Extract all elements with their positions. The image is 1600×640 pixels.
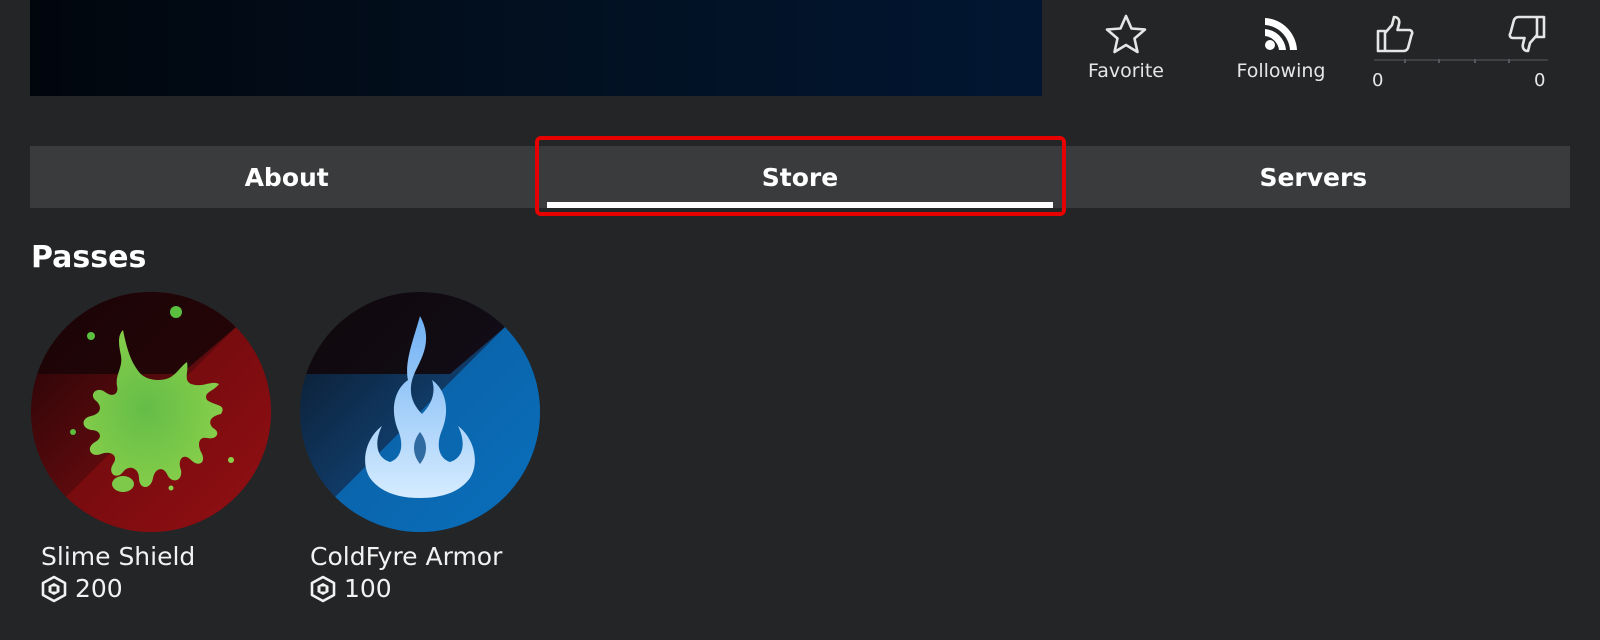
favorite-label: Favorite bbox=[1088, 60, 1164, 82]
slime-splat-icon bbox=[31, 292, 271, 532]
passes-section-title: Passes bbox=[31, 240, 147, 275]
thumbs-down-icon[interactable] bbox=[1508, 14, 1548, 54]
game-tabs: About Store Servers bbox=[30, 146, 1570, 208]
tab-about[interactable]: About bbox=[30, 146, 543, 208]
robux-icon bbox=[41, 575, 67, 602]
pass-card-slime-shield[interactable]: Slime Shield 200 bbox=[31, 292, 271, 603]
pass-price-value: 100 bbox=[344, 574, 392, 603]
tab-servers[interactable]: Servers bbox=[1057, 146, 1570, 208]
thumbs-up-icon[interactable] bbox=[1374, 14, 1414, 54]
following-label: Following bbox=[1236, 60, 1326, 82]
star-icon bbox=[1105, 14, 1147, 54]
pass-price-value: 200 bbox=[75, 574, 123, 603]
game-thumbnail-banner bbox=[30, 0, 1042, 96]
upvote-count: 0 bbox=[1372, 70, 1384, 91]
pass-name: ColdFyre Armor bbox=[310, 542, 503, 571]
pass-price: 200 bbox=[41, 574, 123, 603]
robux-icon bbox=[310, 575, 336, 602]
tab-store[interactable]: Store bbox=[543, 146, 1056, 208]
favorite-button[interactable]: Favorite bbox=[1078, 14, 1174, 82]
pass-card-coldfyre-armor[interactable]: ColdFyre Armor 100 bbox=[300, 292, 540, 603]
vote-controls bbox=[1372, 14, 1550, 94]
rss-feed-icon bbox=[1265, 18, 1297, 50]
pass-name: Slime Shield bbox=[41, 542, 196, 571]
downvote-count: 0 bbox=[1534, 70, 1546, 91]
blue-flame-icon bbox=[300, 292, 540, 532]
following-button[interactable]: Following bbox=[1216, 14, 1346, 82]
vote-ratio-bar bbox=[1374, 59, 1548, 63]
pass-price: 100 bbox=[310, 574, 392, 603]
